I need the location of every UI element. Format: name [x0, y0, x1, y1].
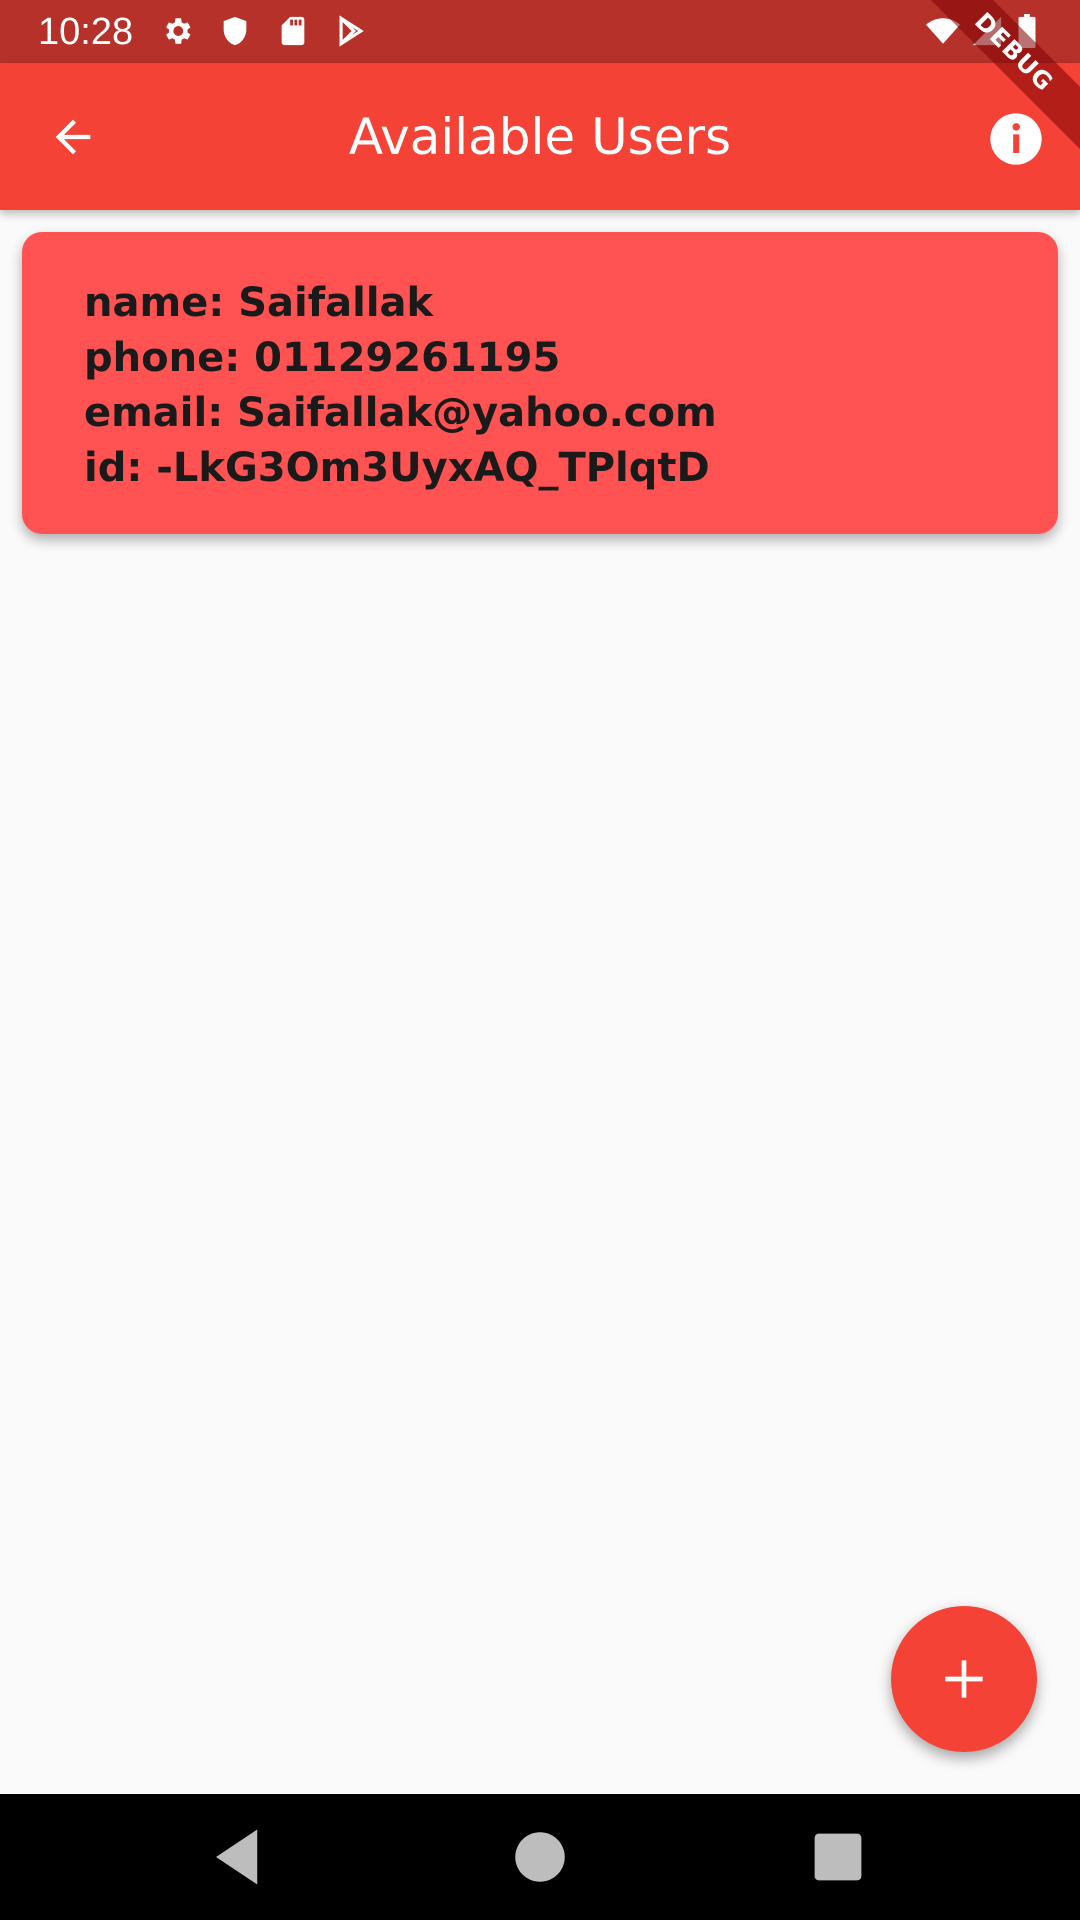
user-phone-line: phone: 01129261195 — [84, 335, 561, 381]
settings-icon — [160, 14, 194, 48]
user-email-line: email: Saifallak@yahoo.com — [84, 390, 717, 436]
shield-icon — [218, 14, 252, 48]
play-store-icon — [334, 14, 368, 48]
info-icon — [990, 113, 1042, 165]
status-time: 10:28 — [38, 11, 134, 53]
status-bar: 10:28 — [0, 0, 1080, 63]
app-bar: Available Users — [0, 63, 1080, 210]
home-circle-icon — [515, 1832, 565, 1882]
recents-square-icon — [814, 1833, 862, 1881]
user-name-line: name: Saifallak — [84, 280, 434, 326]
back-button[interactable] — [30, 99, 116, 175]
sd-card-icon — [276, 14, 310, 48]
navigation-bar — [0, 1794, 1080, 1920]
user-card[interactable]: name: Saifallak phone: 01129261195 email… — [22, 232, 1058, 534]
user-details: name: Saifallak phone: 01129261195 email… — [84, 276, 717, 496]
nav-home-button[interactable] — [507, 1824, 573, 1890]
arrow-back-icon — [55, 119, 91, 155]
screen: 10:28 Available Users DEBUG name: Saifal… — [0, 0, 1080, 1920]
back-triangle-icon — [216, 1829, 258, 1885]
add-user-button[interactable] — [891, 1606, 1037, 1752]
nav-back-button[interactable] — [205, 1824, 271, 1890]
nav-recents-button[interactable] — [805, 1824, 871, 1890]
user-id-line: id: -LkG3Om3UyxAQ_TPlqtD — [84, 445, 710, 491]
add-icon — [945, 1660, 983, 1698]
page-title: Available Users — [348, 108, 732, 166]
